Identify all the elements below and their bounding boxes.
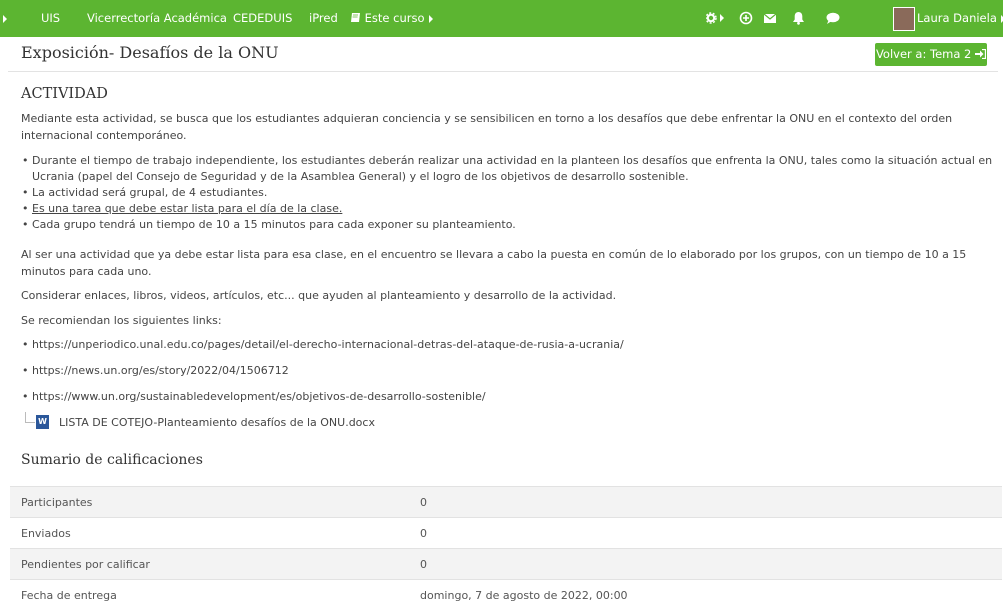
table-row: Enviados 0	[10, 518, 1002, 549]
resource-link[interactable]: https://news.un.org/es/story/2022/04/150…	[21, 364, 289, 377]
user-name: Laura Daniela	[917, 11, 997, 25]
table-row: Fecha de entrega domingo, 7 de agosto de…	[10, 580, 1002, 610]
links-intro: Se recomiendan los siguientes links:	[21, 312, 991, 329]
word-doc-icon: W	[36, 415, 49, 429]
nav-item-vicerrectoria[interactable]: Vicerrectoría Académica	[87, 0, 227, 37]
activity-paragraph-2: Al ser una actividad que ya debe estar l…	[21, 246, 991, 280]
activity-heading: ACTIVIDAD	[21, 86, 108, 102]
nav-item-ipred[interactable]: iPred	[309, 0, 338, 37]
list-item: Cada grupo tendrá un tiempo de 10 a 15 m…	[21, 217, 996, 233]
bell-icon[interactable]	[792, 11, 805, 25]
row-label: Pendientes por calificar	[10, 549, 409, 580]
list-item: La actividad será grupal, de 4 estudiant…	[21, 185, 996, 201]
list-item: Es una tarea que debe estar lista para e…	[21, 201, 996, 217]
gear-icon[interactable]	[706, 11, 726, 25]
sign-in-arrow-icon	[975, 49, 986, 59]
row-label: Participantes	[10, 487, 409, 518]
nav-item-este-curso[interactable]: Este curso	[350, 0, 433, 37]
nav-course-label: Este curso	[365, 11, 425, 25]
chat-bubble-icon[interactable]	[825, 11, 841, 25]
tree-connector	[25, 412, 35, 423]
list-item: Durante el tiempo de trabajo independien…	[21, 153, 996, 185]
row-label: Fecha de entrega	[10, 580, 409, 610]
back-button-label: Volver a: Tema 2	[876, 47, 971, 61]
row-label: Enviados	[10, 518, 409, 549]
activity-intro: Mediante esta actividad, se busca que lo…	[21, 110, 991, 144]
avatar[interactable]	[893, 7, 915, 31]
activity-bullet-list: Durante el tiempo de trabajo independien…	[21, 153, 996, 233]
activity-paragraph-3: Considerar enlaces, libros, videos, artí…	[21, 287, 991, 304]
row-value: 0	[409, 549, 1002, 580]
nav-toggle-caret-icon[interactable]	[3, 15, 7, 23]
table-row: Pendientes por calificar 0	[10, 549, 1002, 580]
caret-right-icon	[429, 15, 433, 23]
row-value: 0	[409, 487, 1002, 518]
nav-item-uis[interactable]: UIS	[41, 0, 60, 37]
file-name[interactable]: LISTA DE COTEJO-Planteamiento desafíos d…	[59, 416, 375, 429]
envelope-icon[interactable]	[763, 11, 777, 25]
header-divider	[8, 71, 998, 72]
grading-summary-table: Participantes 0 Enviados 0 Pendientes po…	[10, 486, 1002, 610]
add-circle-icon[interactable]	[739, 11, 753, 25]
resource-link[interactable]: https://unperiodico.unal.edu.co/pages/de…	[21, 338, 624, 351]
table-row: Participantes 0	[10, 487, 1002, 518]
row-value: domingo, 7 de agosto de 2022, 00:00	[409, 580, 1002, 610]
book-icon	[350, 12, 361, 23]
user-menu[interactable]: Laura Daniela	[917, 0, 1003, 37]
row-value: 0	[409, 518, 1002, 549]
nav-item-cededuis[interactable]: CEDEDUIS	[233, 0, 292, 37]
page-title: Exposición- Desafíos de la ONU	[21, 43, 279, 62]
back-button[interactable]: Volver a: Tema 2	[875, 43, 987, 66]
resource-link[interactable]: https://www.un.org/sustainabledevelopmen…	[21, 390, 486, 403]
grading-summary-heading: Sumario de calificaciones	[21, 452, 203, 468]
top-navbar: UIS Vicerrectoría Académica CEDEDUIS iPr…	[0, 0, 1003, 37]
